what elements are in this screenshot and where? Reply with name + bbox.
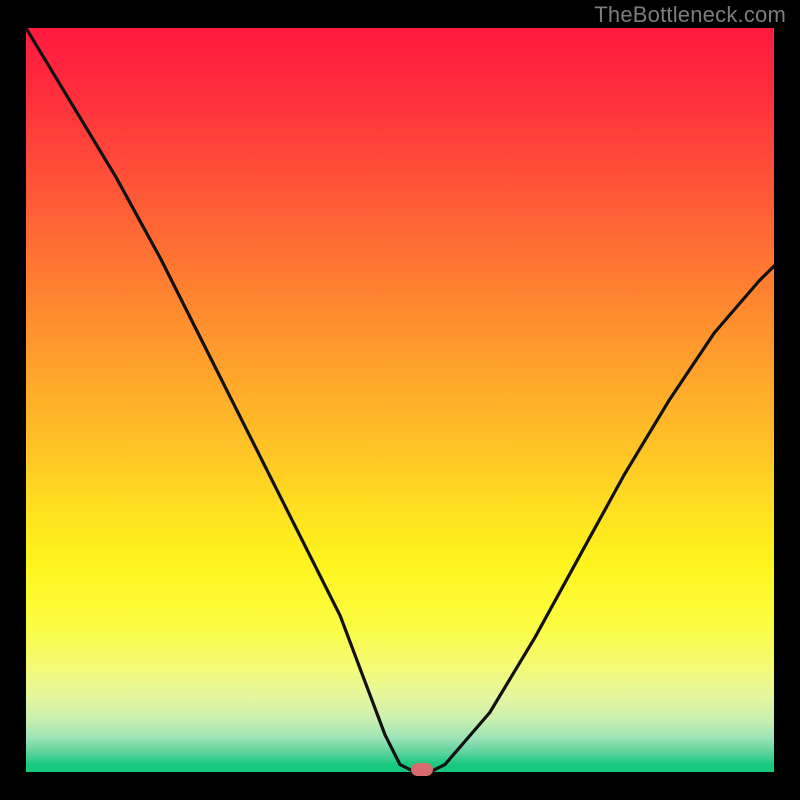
optimum-marker	[411, 763, 433, 776]
bottleneck-curve	[26, 28, 774, 772]
curve-layer	[26, 28, 774, 772]
chart-frame: TheBottleneck.com	[0, 0, 800, 800]
watermark-label: TheBottleneck.com	[594, 2, 786, 28]
